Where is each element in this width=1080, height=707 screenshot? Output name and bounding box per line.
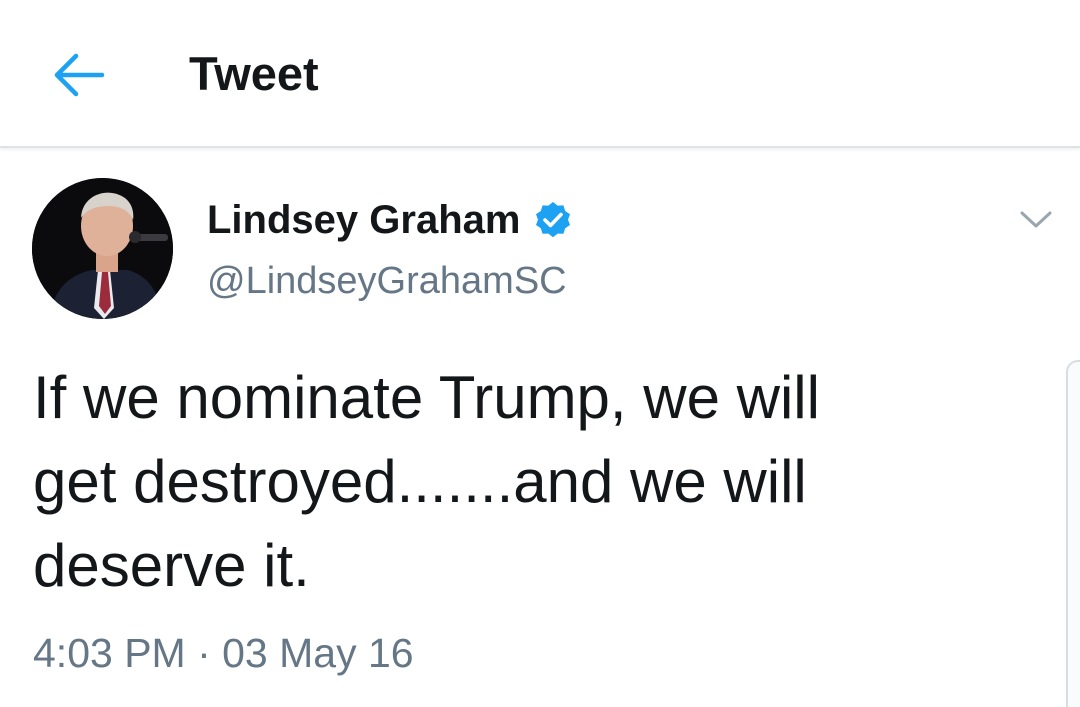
display-name[interactable]: Lindsey Graham bbox=[207, 192, 520, 248]
author-name-row: Lindsey Graham bbox=[207, 192, 574, 248]
arrow-left-icon bbox=[54, 53, 105, 97]
tweet-detail-screen: Tweet Lindsey Graham @LindseyGrahamSC If… bbox=[0, 0, 1080, 707]
user-handle[interactable]: @LindseyGrahamSC bbox=[207, 256, 567, 306]
verified-badge-icon bbox=[532, 199, 574, 241]
tweet[interactable]: Lindsey Graham @LindseyGrahamSC If we no… bbox=[0, 148, 1080, 707]
top-app-bar: Tweet bbox=[0, 0, 1080, 148]
avatar[interactable] bbox=[32, 178, 173, 319]
tweet-timestamp[interactable]: 4:03 PM · 03 May 16 bbox=[33, 626, 414, 680]
scroll-edge bbox=[1066, 360, 1080, 707]
tweet-text: If we nominate Trump, we will get destro… bbox=[33, 364, 820, 599]
avatar-photo bbox=[32, 178, 173, 319]
chevron-down-icon bbox=[1020, 211, 1052, 228]
back-button[interactable] bbox=[44, 44, 112, 106]
tweet-menu-button[interactable] bbox=[1012, 200, 1060, 240]
page-title: Tweet bbox=[189, 47, 319, 100]
